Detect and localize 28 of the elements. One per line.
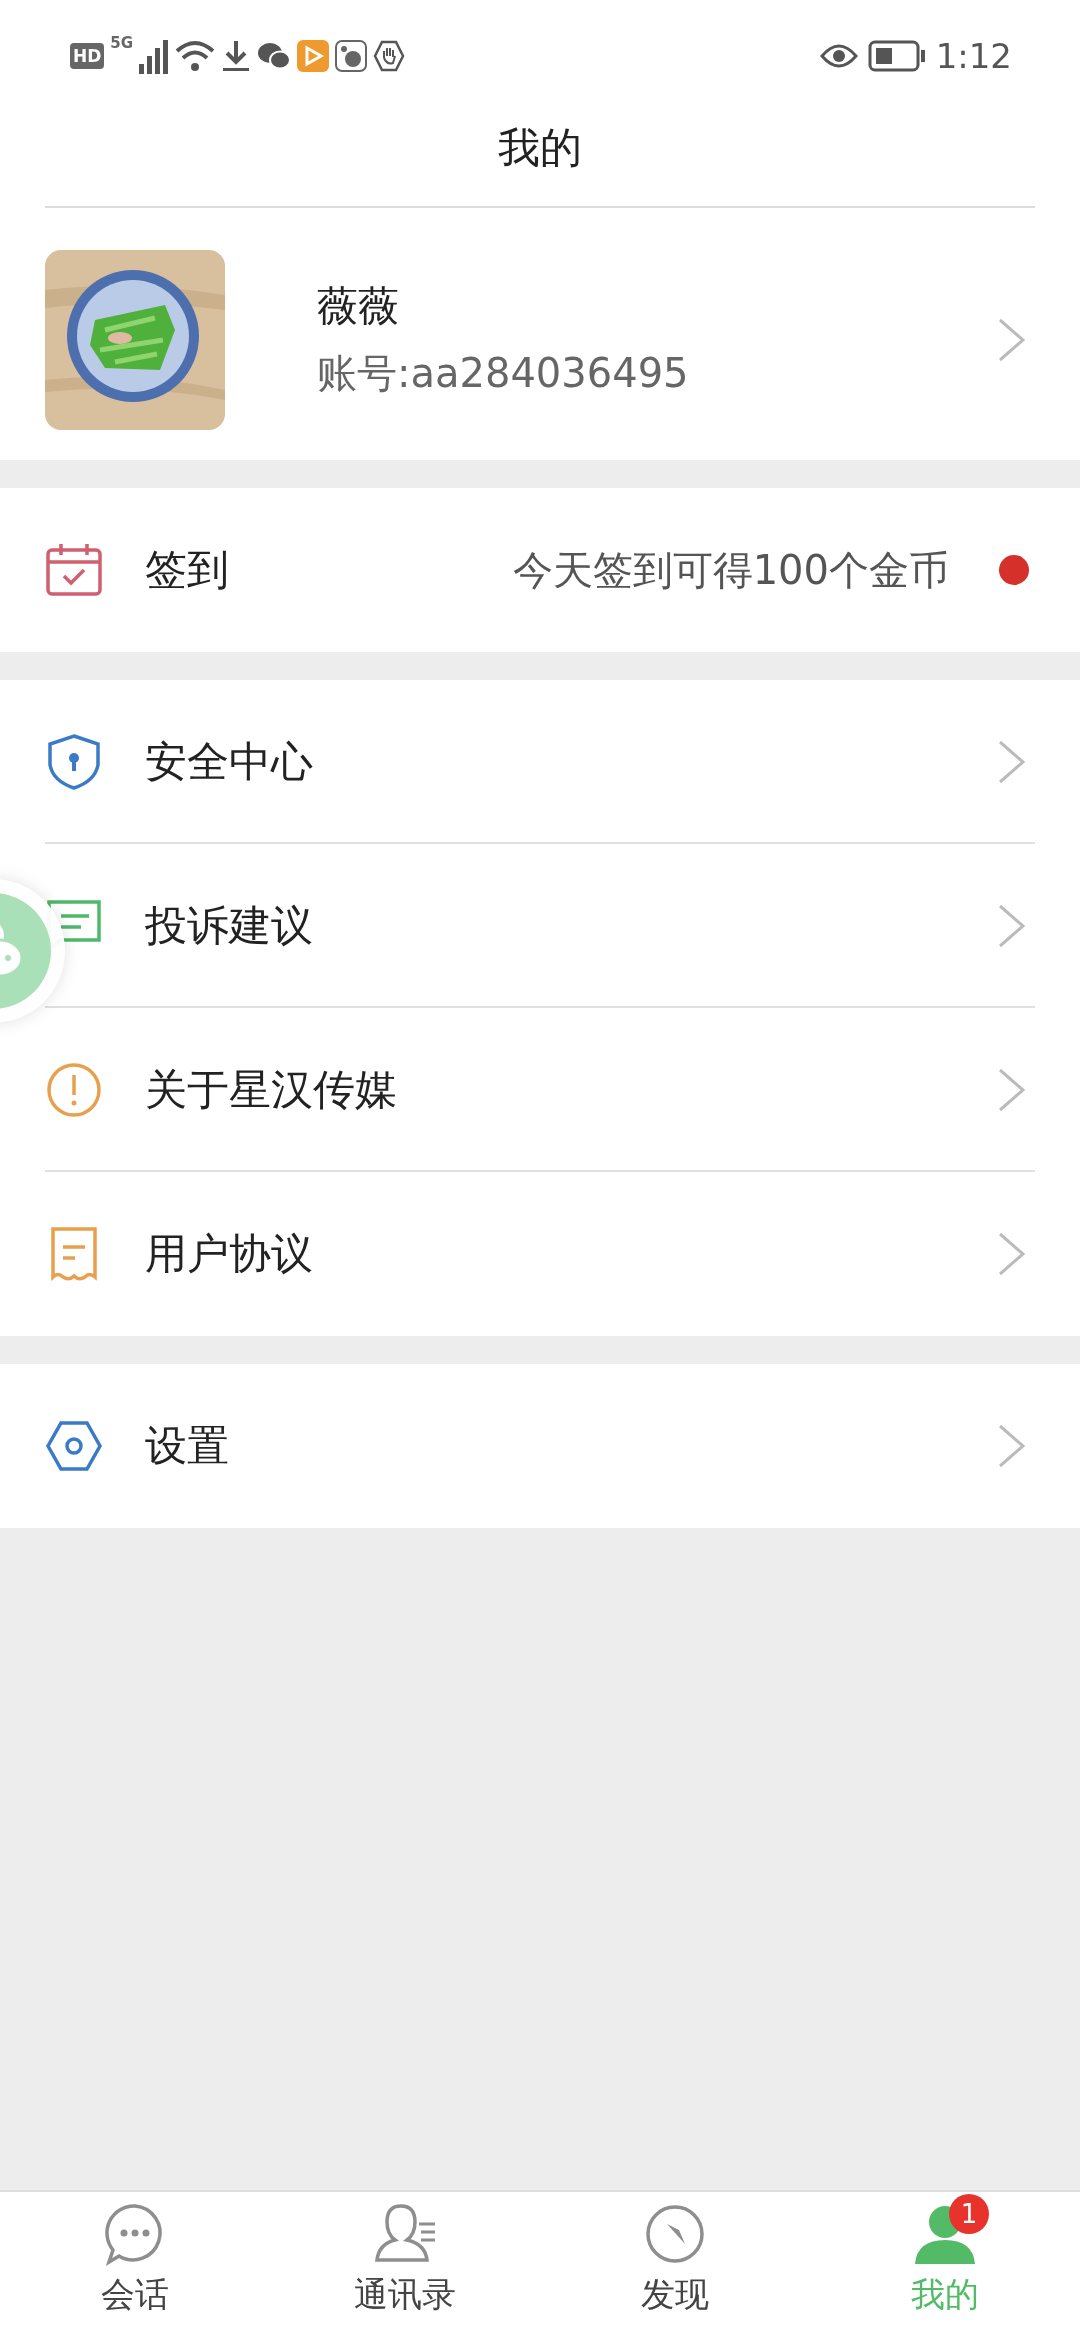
- network-type-label: 5G: [110, 34, 134, 52]
- chevron-right-icon: [997, 1231, 1027, 1277]
- signal-icon: [139, 38, 170, 74]
- chevron-right-icon: [997, 739, 1027, 785]
- page-title: 我的: [45, 120, 1035, 208]
- wifi-icon: [175, 39, 216, 73]
- cartoon-app-icon: [335, 40, 368, 72]
- download-icon: [221, 39, 252, 73]
- tab-item[interactable]: 发现: [540, 2192, 810, 2340]
- clock-time: 1:12: [935, 36, 1012, 76]
- play-app-icon: [297, 40, 330, 72]
- hd-badge: HD: [70, 43, 105, 69]
- chevron-right-icon: [997, 1067, 1027, 1113]
- tab-item[interactable]: 通讯录: [270, 2192, 540, 2340]
- count-badge: 1: [949, 2194, 989, 2234]
- user-name: 薇薇: [317, 281, 400, 332]
- hand-icon: [373, 40, 406, 72]
- account-id: 账号:aa284036495: [317, 349, 690, 398]
- reward-note: 今天签到可得100个金币: [512, 545, 949, 595]
- chat-bubbles-icon: [257, 41, 292, 71]
- battery-icon: [867, 40, 926, 72]
- compass-icon: [643, 2202, 707, 2266]
- tab-item[interactable]: 1 我的: [810, 2192, 1080, 2340]
- eye-icon: [819, 42, 858, 70]
- chevron-right-icon: [997, 317, 1027, 363]
- chevron-right-icon: [997, 903, 1027, 949]
- tab-item[interactable]: 会话: [0, 2192, 270, 2340]
- chevron-right-icon: [997, 1423, 1027, 1469]
